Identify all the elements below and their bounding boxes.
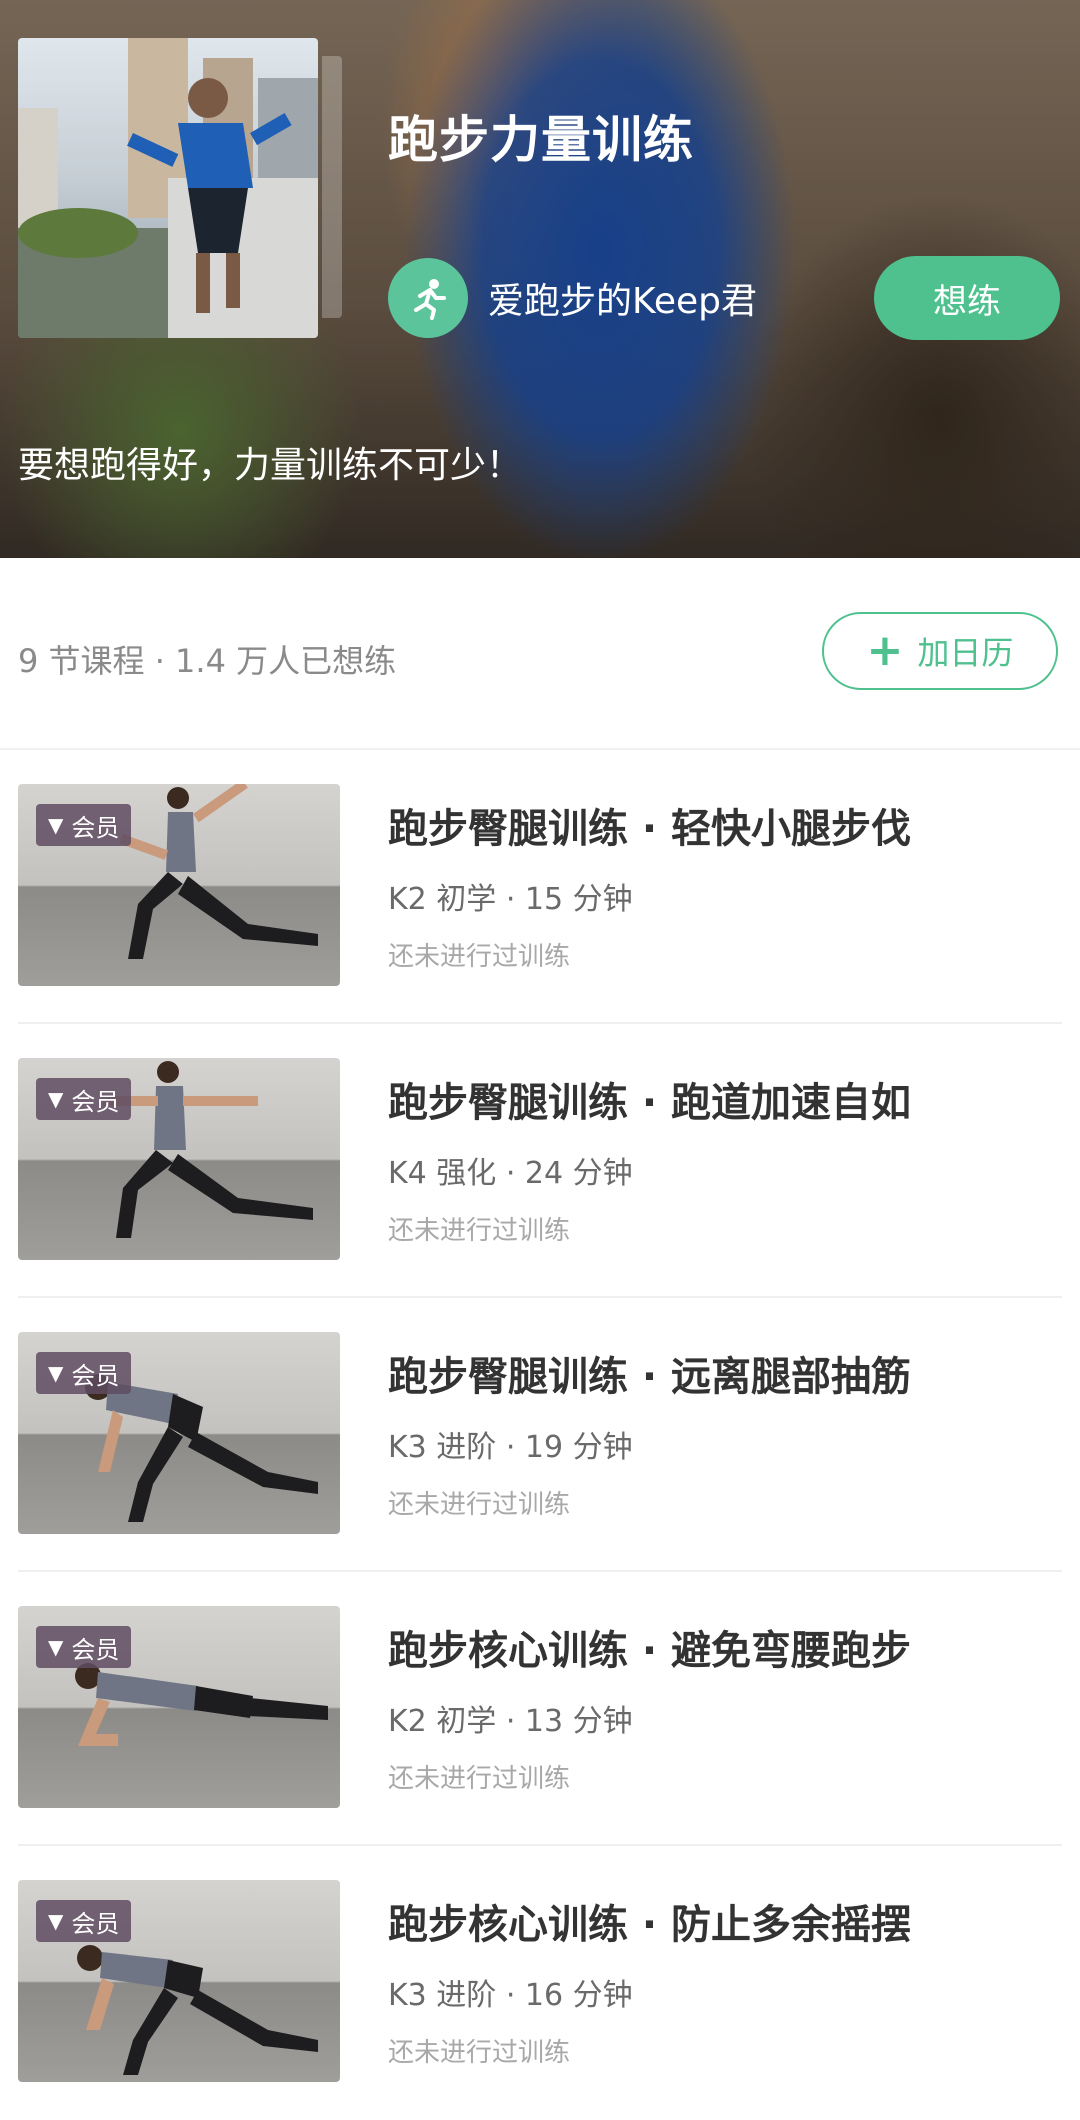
member-badge-label: 会员 [71, 1087, 120, 1116]
course-title: 跑步力量训练 [388, 111, 694, 169]
member-badge: ▼ 会员 [36, 804, 132, 846]
course-item-title: 跑步核心训练 · 避免弯腰跑步 [388, 1628, 912, 1674]
course-item-title: 跑步臀腿训练 · 轻快小腿步伐 [388, 806, 912, 852]
course-thumbnail: ▼ 会员 [18, 1606, 340, 1808]
author-name: 爱跑步的Keep君 [488, 281, 757, 322]
plus-icon: + [866, 625, 904, 676]
member-badge-label: 会员 [71, 813, 120, 842]
course-item[interactable]: ▼ 会员 跑步臀腿训练 · 跑道加速自如 K4 强化 · 24 分钟 还未进行过… [0, 1024, 1080, 1298]
course-item-title: 跑步臀腿训练 · 跑道加速自如 [388, 1080, 912, 1126]
member-badge: ▼ 会员 [36, 1078, 132, 1120]
course-item-title: 跑步核心训练 · 防止多余摇摆 [388, 1902, 912, 1948]
course-item[interactable]: ▼ 会员 跑步核心训练 · 防止多余摇摆 K3 进阶 · 16 分钟 还未进行过… [0, 1846, 1080, 2120]
want-to-train-button[interactable]: 想练 [874, 256, 1060, 340]
course-item-meta: K3 进阶 · 16 分钟 [388, 1978, 633, 2013]
course-item-status: 还未进行过训练 [388, 1764, 571, 1794]
course-item-meta: K2 初学 · 15 分钟 [388, 882, 633, 917]
course-item-status: 还未进行过训练 [388, 2038, 571, 2068]
course-list: ▼ 会员 跑步臀腿训练 · 轻快小腿步伐 K2 初学 · 15 分钟 还未进行过… [0, 750, 1080, 2120]
member-diamond-icon: ▼ [48, 1361, 64, 1385]
add-calendar-label: 加日历 [917, 634, 1014, 672]
add-calendar-button[interactable]: + 加日历 [822, 612, 1058, 690]
member-badge-label: 会员 [71, 1909, 120, 1938]
course-thumbnail: ▼ 会员 [18, 1332, 340, 1534]
course-item-status: 还未进行过训练 [388, 942, 571, 972]
member-badge-label: 会员 [71, 1635, 120, 1664]
course-description: 要想跑得好，力量训练不可少！ [18, 445, 523, 486]
course-item-meta: K3 进阶 · 19 分钟 [388, 1430, 633, 1465]
member-diamond-icon: ▼ [48, 813, 64, 837]
member-badge-label: 会员 [71, 1361, 120, 1390]
member-badge: ▼ 会员 [36, 1900, 132, 1942]
course-item[interactable]: ▼ 会员 跑步臀腿训练 · 远离腿部抽筋 K3 进阶 · 19 分钟 还未进行过… [0, 1298, 1080, 1572]
member-badge: ▼ 会员 [36, 1626, 132, 1668]
cover-shadow [322, 56, 342, 318]
member-diamond-icon: ▼ [48, 1909, 64, 1933]
course-item-meta: K4 强化 · 24 分钟 [388, 1156, 633, 1191]
course-item-status: 还未进行过训练 [388, 1216, 571, 1246]
member-diamond-icon: ▼ [48, 1087, 64, 1111]
course-stats-bar: 9 节课程 · 1.4 万人已想练 + 加日历 [0, 558, 1080, 750]
course-item-meta: K2 初学 · 13 分钟 [388, 1704, 633, 1739]
course-item[interactable]: ▼ 会员 跑步核心训练 · 避免弯腰跑步 K2 初学 · 13 分钟 还未进行过… [0, 1572, 1080, 1846]
course-summary: 9 节课程 · 1.4 万人已想练 [18, 642, 397, 680]
runner-icon [388, 258, 468, 338]
member-badge: ▼ 会员 [36, 1352, 132, 1394]
course-header: 跑步力量训练 爱跑步的Keep君 想练 要想跑得好，力量训练不可少！ [0, 0, 1080, 558]
author-info[interactable]: 爱跑步的Keep君 [388, 258, 757, 338]
course-cover-image [18, 38, 318, 338]
course-thumbnail: ▼ 会员 [18, 1058, 340, 1260]
course-thumbnail: ▼ 会员 [18, 1880, 340, 2082]
course-item-title: 跑步臀腿训练 · 远离腿部抽筋 [388, 1354, 912, 1400]
course-item-status: 还未进行过训练 [388, 1490, 571, 1520]
member-diamond-icon: ▼ [48, 1635, 64, 1659]
course-thumbnail: ▼ 会员 [18, 784, 340, 986]
course-item[interactable]: ▼ 会员 跑步臀腿训练 · 轻快小腿步伐 K2 初学 · 15 分钟 还未进行过… [0, 750, 1080, 1024]
